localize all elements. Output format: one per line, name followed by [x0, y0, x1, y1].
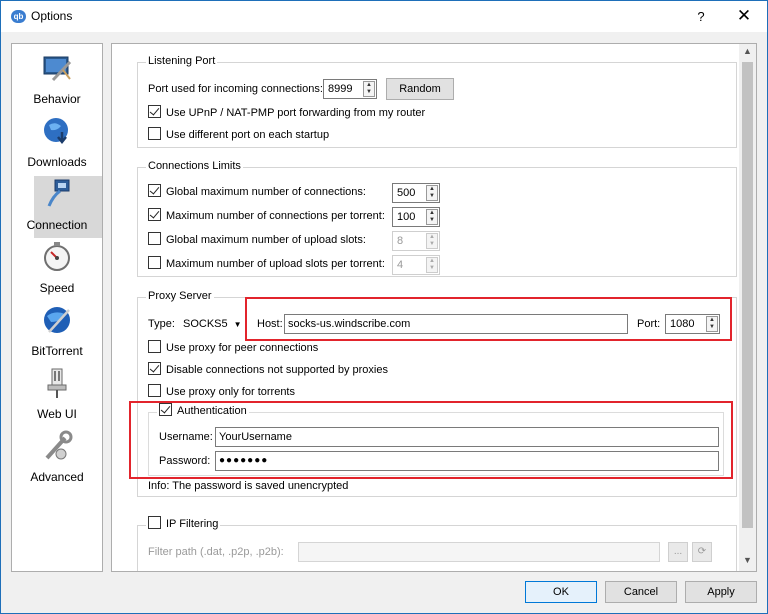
filter-path-label: Filter path (.dat, .p2p, .p2b): — [148, 546, 284, 558]
monitor-brush-icon — [43, 56, 72, 82]
group-title: Proxy Server — [146, 290, 214, 302]
help-button[interactable]: ? — [689, 7, 713, 27]
ok-button[interactable]: OK — [525, 581, 597, 603]
sidebar-item-behavior[interactable]: Behavior — [12, 50, 102, 112]
row-label: Use proxy for peer connections — [166, 342, 319, 354]
spin-arrows-icon[interactable]: ▲ ▼ — [363, 81, 375, 97]
per-torrent-connections-spinbox[interactable]: 100 ▲ ▼ — [392, 207, 440, 227]
proxy-type-dropdown[interactable]: SOCKS5 ▼ — [179, 314, 243, 334]
vertical-scrollbar[interactable]: ▲ ▼ — [739, 44, 756, 571]
connection-limits-group: Connections Limits Global maximum number… — [137, 160, 737, 277]
sidebar-item-label: Downloads — [27, 155, 87, 169]
globe-download-icon — [44, 118, 68, 145]
row-label: Disable connections not supported by pro… — [166, 364, 388, 376]
sidebar-item-label: BitTorrent — [31, 344, 83, 358]
global-upload-slots-spinbox: 8 ▲ ▼ — [392, 231, 440, 251]
sidebar-item-label: Advanced — [30, 470, 84, 484]
dropdown-value: SOCKS5 — [183, 318, 228, 330]
network-plug-icon — [47, 179, 70, 207]
row-label: Global maximum number of connections: — [166, 186, 366, 198]
port-label: Port used for incoming connections: — [148, 83, 323, 95]
listening-port-group: Listening Port Port used for incoming co… — [137, 55, 737, 148]
spin-arrows-icon: ▲ ▼ — [426, 233, 438, 249]
proxy-torrents-only-checkbox[interactable] — [148, 384, 161, 397]
row-label: Maximum number of upload slots per torre… — [166, 258, 385, 270]
category-sidebar: Behavior Downloads Connection Speed BitT… — [11, 43, 103, 572]
title-bar: qb Options ? ✕ — [1, 1, 767, 32]
proxy-peer-connections-row[interactable]: Use proxy for peer connections — [148, 338, 318, 358]
disable-unsupported-checkbox[interactable] — [148, 362, 161, 375]
sidebar-item-label: Connection — [26, 218, 88, 232]
cancel-button[interactable]: Cancel — [605, 581, 677, 603]
scroll-up-icon[interactable]: ▲ — [739, 46, 756, 60]
scrollbar-thumb[interactable] — [742, 62, 753, 528]
row-label: Maximum number of connections per torren… — [166, 210, 385, 222]
password-info-text: Info: The password is saved unencrypted — [148, 480, 349, 492]
spin-value: 100 — [397, 211, 416, 223]
global-max-connections-row[interactable]: Global maximum number of connections: — [148, 182, 366, 202]
options-window: qb Options ? ✕ Behavior Downloads Connec… — [0, 0, 768, 614]
sidebar-item-connection[interactable]: Connection — [27, 176, 102, 238]
group-title: Connections Limits — [146, 160, 243, 172]
different-port-checkbox[interactable] — [148, 127, 161, 140]
random-port-button[interactable]: Random — [386, 78, 454, 100]
globe-bittorrent-icon — [44, 307, 70, 333]
spin-arrows-icon[interactable]: ▲ ▼ — [426, 209, 438, 225]
group-title: IP Filtering — [166, 518, 219, 530]
proxy-peer-connections-checkbox[interactable] — [148, 340, 161, 353]
window-title: Options — [31, 9, 73, 23]
browse-button: ... — [668, 542, 688, 562]
proxy-type-label: Type: — [148, 318, 175, 330]
reload-icon: ⟳ — [692, 542, 712, 562]
upnp-checkbox[interactable] — [148, 105, 161, 118]
spin-value: 4 — [397, 259, 404, 271]
chevron-down-icon: ▼ — [233, 320, 242, 329]
sidebar-item-bittorrent[interactable]: BitTorrent — [12, 302, 102, 364]
group-title: Listening Port — [146, 55, 218, 67]
scroll-down-icon[interactable]: ▼ — [739, 555, 756, 569]
row-label: Use proxy only for torrents — [166, 386, 295, 398]
upnp-label: Use UPnP / NAT-PMP port forwarding from … — [166, 107, 426, 119]
ip-filtering-group: IP Filtering Filter path (.dat, .p2p, .p… — [137, 516, 737, 571]
wrench-icon — [45, 430, 73, 460]
different-port-checkbox-row[interactable]: Use different port on each startup — [148, 125, 329, 145]
upnp-checkbox-row[interactable]: Use UPnP / NAT-PMP port forwarding from … — [148, 103, 425, 123]
sidebar-item-label: Speed — [39, 281, 75, 295]
sidebar-item-speed[interactable]: Speed — [12, 239, 102, 301]
sidebar-item-label: Behavior — [33, 92, 81, 106]
proxy-torrents-only-row[interactable]: Use proxy only for torrents — [148, 382, 295, 402]
speedometer-icon — [44, 242, 70, 271]
global-upload-slots-checkbox[interactable] — [148, 232, 161, 245]
different-port-label: Use different port on each startup — [166, 129, 330, 141]
per-torrent-upload-slots-spinbox: 4 ▲ ▼ — [392, 255, 440, 275]
authentication-highlight-box — [129, 401, 733, 479]
sidebar-item-label: Web UI — [37, 407, 77, 421]
sidebar-item-web-ui[interactable]: Web UI — [12, 365, 102, 427]
spin-arrows-icon[interactable]: ▲ ▼ — [426, 185, 438, 201]
per-torrent-connections-row[interactable]: Maximum number of connections per torren… — [148, 206, 385, 226]
spin-value: 8 — [397, 235, 404, 247]
ip-filtering-checkbox-row[interactable]: IP Filtering — [146, 516, 221, 530]
filter-path-input — [298, 542, 660, 562]
spin-value: 500 — [397, 187, 416, 199]
spin-arrows-icon: ▲ ▼ — [426, 257, 438, 273]
sidebar-item-downloads[interactable]: Downloads — [12, 113, 102, 175]
close-button[interactable]: ✕ — [731, 5, 757, 27]
ip-filtering-checkbox[interactable] — [148, 516, 161, 529]
sidebar-item-advanced[interactable]: Advanced — [12, 428, 102, 490]
usb-cable-icon — [47, 368, 67, 398]
spin-value: 8999 — [328, 83, 353, 95]
qbittorrent-logo-icon: qb — [11, 10, 26, 23]
per-torrent-upload-slots-checkbox[interactable] — [148, 256, 161, 269]
global-max-connections-checkbox[interactable] — [148, 184, 161, 197]
disable-unsupported-row[interactable]: Disable connections not supported by pro… — [148, 360, 388, 380]
row-label: Global maximum number of upload slots: — [166, 234, 366, 246]
global-upload-slots-row[interactable]: Global maximum number of upload slots: — [148, 230, 366, 250]
per-torrent-connections-checkbox[interactable] — [148, 208, 161, 221]
global-max-connections-spinbox[interactable]: 500 ▲ ▼ — [392, 183, 440, 203]
listening-port-spinbox[interactable]: 8999 ▲ ▼ — [323, 79, 377, 99]
per-torrent-upload-slots-row[interactable]: Maximum number of upload slots per torre… — [148, 254, 385, 274]
apply-button[interactable]: Apply — [685, 581, 757, 603]
host-port-highlight-box — [245, 297, 732, 341]
